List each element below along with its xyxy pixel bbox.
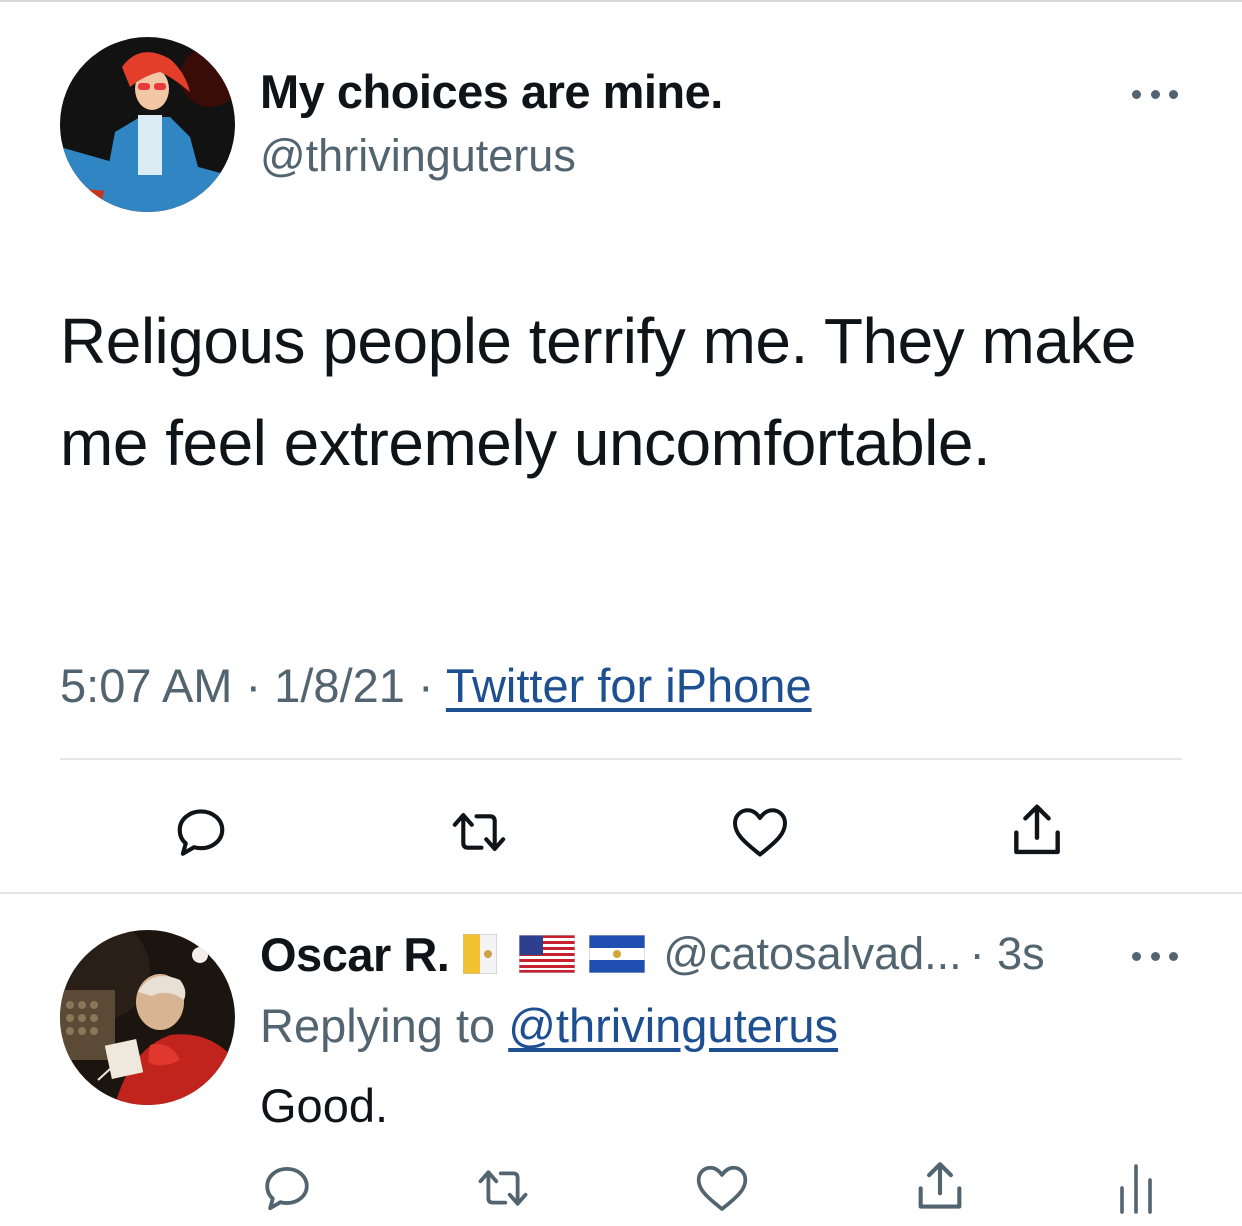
replying-to-line: Replying to @thrivinguterus — [260, 998, 838, 1053]
top-border — [0, 0, 1242, 2]
more-horizontal-icon — [1132, 89, 1141, 99]
reply-button[interactable] — [170, 802, 232, 862]
us-flag-icon — [519, 935, 576, 973]
reply-body-text: Good. — [260, 1079, 389, 1132]
author-handle[interactable]: @thrivinguterus — [260, 130, 576, 182]
reply-analytics-button[interactable] — [1114, 1160, 1158, 1216]
like-button[interactable] — [728, 802, 792, 862]
retweet-icon — [452, 813, 506, 851]
share-icon — [918, 1162, 962, 1209]
tweet-time: 5:07 AM — [60, 659, 233, 712]
more-horizontal-icon — [1132, 951, 1141, 961]
reply-like-button[interactable] — [692, 1160, 752, 1216]
reply-header: Oscar R. @catosalvad... · 3s — [260, 924, 1045, 984]
reply-share-button[interactable] — [910, 1156, 970, 1216]
like-icon — [696, 1165, 748, 1211]
replying-to-label: Replying to — [260, 999, 496, 1052]
reply-timestamp[interactable]: · 3s — [970, 928, 1045, 980]
vatican-flag-icon — [463, 934, 498, 974]
meta-separator: · — [245, 659, 262, 712]
retweet-icon — [478, 1170, 528, 1206]
illustrated-woman-avatar — [60, 37, 235, 212]
reply-more-options-button[interactable] — [1132, 936, 1178, 976]
like-icon — [733, 808, 787, 857]
analytics-icon — [1120, 1164, 1152, 1214]
reply-icon — [177, 809, 225, 856]
reply-retweet-button[interactable] — [470, 1160, 536, 1216]
reply-reply-button[interactable] — [258, 1160, 316, 1216]
reply-icon — [265, 1166, 309, 1211]
tweet-divider — [0, 892, 1242, 894]
tweet-metadata: 5:07 AM · 1/8/21 · Twitter for iPhone — [60, 658, 812, 713]
tweet-date: 1/8/21 — [274, 659, 405, 712]
metadata-divider — [60, 758, 1182, 760]
reply-handle[interactable]: @catosalvad... — [663, 928, 961, 980]
author-display-name[interactable]: My choices are mine. — [260, 64, 723, 119]
reply-display-name[interactable]: Oscar R. — [260, 927, 450, 982]
tweet-body-text: Religous people terrify me. They make me… — [60, 305, 1136, 479]
author-avatar[interactable] — [60, 37, 235, 212]
more-options-button[interactable] — [1132, 74, 1178, 114]
painting-portrait-avatar — [60, 930, 235, 1105]
tweet-source-link[interactable]: Twitter for iPhone — [446, 659, 812, 712]
replying-to-mention[interactable]: @thrivinguterus — [508, 999, 838, 1052]
meta-separator: · — [417, 659, 434, 712]
el-salvador-flag-icon — [589, 935, 646, 973]
retweet-button[interactable] — [442, 802, 516, 862]
share-button[interactable] — [1004, 798, 1070, 862]
reply-author-avatar[interactable] — [60, 930, 235, 1105]
share-icon — [1014, 804, 1060, 855]
